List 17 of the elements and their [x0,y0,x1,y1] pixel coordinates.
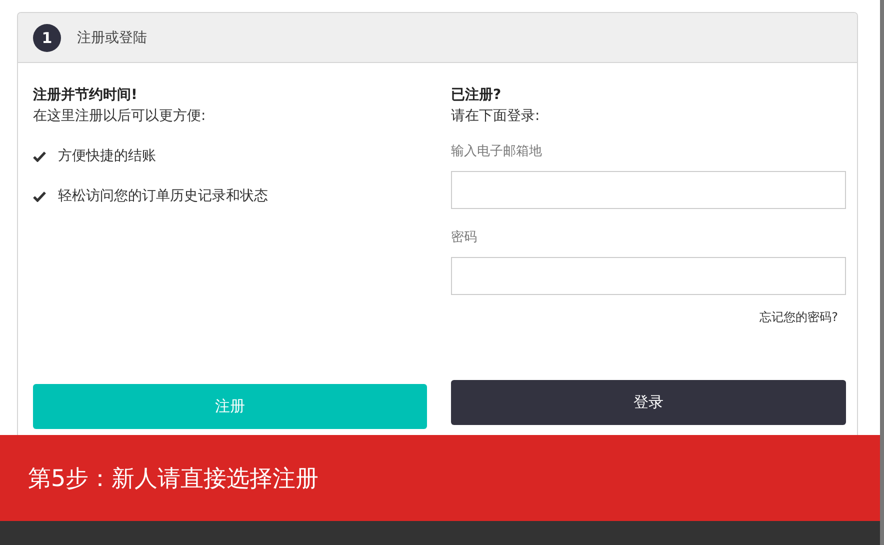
register-intro: 在这里注册以后可以更方便: [33,107,207,126]
field-label: 密码 [451,229,478,247]
checkmark-icon [33,150,46,162]
input-field[interactable] [451,257,846,295]
input-field[interactable] [451,171,846,209]
field-label: 输入电子邮箱地 [451,143,543,161]
login-intro: 请在下面登录: [451,107,541,126]
step-title: 注册或登陆 [77,28,147,46]
login-button[interactable]: 登录 [451,380,846,425]
banner-text: 第5步：新人请直接选择注册 [28,464,319,494]
forgot-password-link[interactable]: 忘记您的密码? [760,309,838,326]
checkmark-icon [33,190,46,202]
step-number: 1 [33,24,61,52]
benefit-text: 轻松访问您的订单历史记录和状态 [58,187,268,206]
register-heading: 注册并节约时间! [33,86,138,105]
login-heading: 已注册? [451,86,502,105]
benefit-text: 方便快捷的结账 [58,147,156,166]
